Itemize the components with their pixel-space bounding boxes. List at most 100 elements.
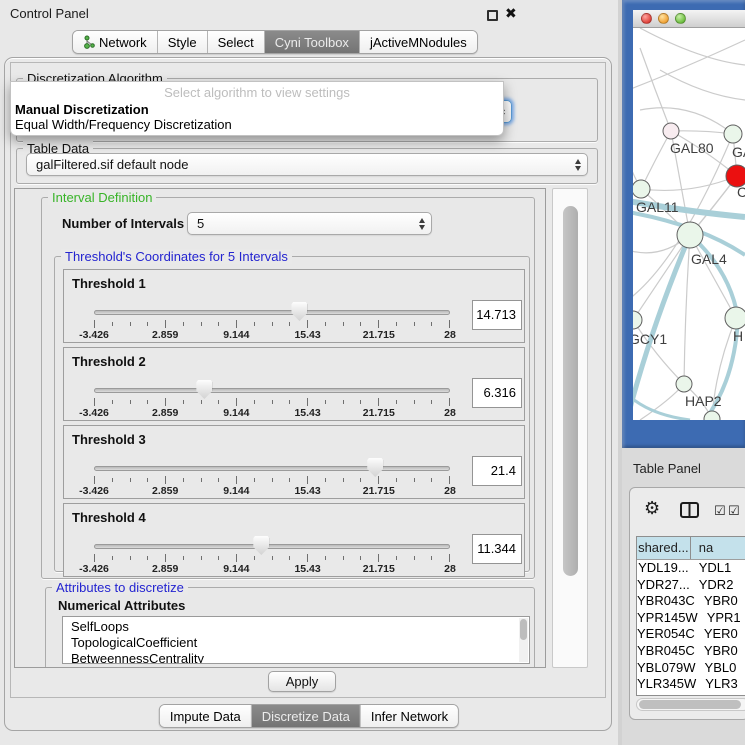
network-node[interactable] [663,123,679,139]
table-cell: YER054C [637,626,696,643]
network-node[interactable] [677,222,703,248]
bottom-tab-bar: Impute Data Discretize Data Infer Network [159,704,459,728]
column-header[interactable]: na [691,537,745,559]
num-intervals-combobox[interactable]: 5 [187,212,432,235]
combo-stepper-icon [575,159,581,171]
tab-label: Style [168,35,197,50]
list-scrollbar[interactable] [519,618,528,662]
network-node[interactable] [725,307,745,329]
close-traffic-light-icon[interactable] [641,13,652,24]
tick-label: 2.859 [152,563,178,575]
network-edge [640,108,733,134]
table-row[interactable]: YER054CYER0 [637,626,745,643]
node-label: GCY1 [633,331,667,347]
slider-thumb[interactable] [196,380,212,399]
float-icon[interactable] [487,10,498,21]
algorithm-option-equal-width[interactable]: Equal Width/Frequency Discretization [11,117,503,132]
tick-label: 28 [444,485,456,497]
slider-thumb[interactable] [253,536,269,555]
zoom-traffic-light-icon[interactable] [675,13,686,24]
numerical-attribute-item[interactable]: BetweennessCentrality [71,651,529,664]
network-window-titlebar[interactable] [633,10,745,28]
network-edge [641,176,737,190]
tab-label: jActiveMNodules [370,35,467,50]
horizontal-scrollbar[interactable] [636,698,745,711]
tab-label: Impute Data [170,709,241,724]
table-row[interactable]: YPR145WYPR1 [637,610,745,627]
tab-jactivemnodules[interactable]: jActiveMNodules [360,31,477,53]
table-row[interactable]: YBR045CYBR0 [637,643,745,660]
tab-network[interactable]: Network [73,31,158,53]
table-row[interactable]: YBL079WYBL0 [637,660,745,677]
table-row[interactable]: YDR27...YDR2 [637,577,745,594]
threshold-value-field[interactable]: 14.713 [472,300,522,330]
network-node[interactable] [704,411,720,420]
algorithm-option-manual[interactable]: Manual Discretization [11,102,503,117]
tick-label: 28 [444,407,456,419]
tab-select[interactable]: Select [208,31,265,53]
table-cell: YPR1 [699,610,745,627]
slider-thumb[interactable] [291,302,307,321]
close-icon[interactable]: ✖ [505,5,517,22]
numerical-attribute-item[interactable]: TopologicalCoefficient [71,635,529,651]
table-row[interactable]: YIL052CYIL0 [637,693,745,696]
table-cell: YDR27... [637,577,691,594]
numerical-attributes-list[interactable]: SelfLoopsTopologicalCoefficientBetweenne… [62,616,530,664]
table-cell: YDL1 [691,560,745,577]
tick-label: 9.144 [223,407,249,419]
tab-discretize-data[interactable]: Discretize Data [252,705,361,727]
tab-infer-network[interactable]: Infer Network [361,705,458,727]
table-row[interactable]: YBR043CYBR0 [637,593,745,610]
network-node[interactable] [676,376,692,392]
slider-track[interactable] [94,310,450,315]
numerical-attribute-item[interactable]: SelfLoops [71,619,529,635]
slider-track[interactable] [94,388,450,393]
table-data-value: galFiltered.sif default node [36,157,188,172]
table-row[interactable]: YDL19...YDL1 [637,560,745,577]
checkbox-icon[interactable]: ☑ [728,503,740,519]
threshold-value-field[interactable]: 21.4 [472,456,522,486]
tab-cyni-toolbox[interactable]: Cyni Toolbox [265,31,360,53]
network-edge [633,235,690,420]
network-node[interactable] [724,125,742,143]
node-label: HAP2 [685,393,722,409]
settings-scroll-viewport: Interval Definition Number of Intervals … [14,188,546,668]
table-cell: YBR045C [637,643,696,660]
tick-label: 21.715 [363,329,395,341]
table-cell: YIL0 [691,693,745,696]
table-row[interactable]: YLR345WYLR3 [637,676,745,693]
tick-label: 28 [444,329,456,341]
network-node[interactable] [633,311,642,329]
table-cell: YBR043C [637,593,696,610]
table-cell: YLR3 [697,676,745,693]
tab-label: Discretize Data [262,709,350,724]
tab-impute-data[interactable]: Impute Data [160,705,252,727]
split-columns-icon[interactable] [680,502,699,523]
scrollbar-thumb[interactable] [563,206,578,576]
scrollbar-thumb[interactable] [639,700,741,709]
tick-label: 21.715 [363,563,395,575]
top-tab-bar: Network Style SelectCyni Toolbox jActiveMNo… [72,30,478,54]
table-data-combobox[interactable]: galFiltered.sif default node [26,153,588,176]
slider-track[interactable] [94,466,450,471]
checkbox-icon[interactable]: ☑ [714,503,726,519]
threshold-value-field[interactable]: 6.316 [472,378,522,408]
threshold-label: Threshold 1 [72,276,146,291]
gear-icon[interactable]: ⚙ [644,498,660,519]
threshold-value-field[interactable]: 11.344 [472,534,522,564]
tab-style[interactable]: Style [158,31,208,53]
table-cell: YBR0 [696,643,745,660]
tick-label: 9.144 [223,485,249,497]
vertical-scrollbar[interactable] [552,188,588,668]
apply-button[interactable]: Apply [268,671,336,692]
tick-label: 15.43 [294,407,320,419]
column-header[interactable]: shared... [637,537,691,559]
network-node[interactable] [633,180,650,198]
tick-label: 2.859 [152,485,178,497]
right-column: GAL80GACGAL11GAL4GCY1HHAP2 Table Panel ⚙… [622,0,745,745]
network-canvas[interactable]: GAL80GACGAL11GAL4GCY1HHAP2 [633,28,745,420]
slider-track[interactable] [94,544,450,549]
minimize-traffic-light-icon[interactable] [658,13,669,24]
group-label: Threshold's Coordinates for 5 Intervals [61,249,292,264]
slider-thumb[interactable] [367,458,383,477]
